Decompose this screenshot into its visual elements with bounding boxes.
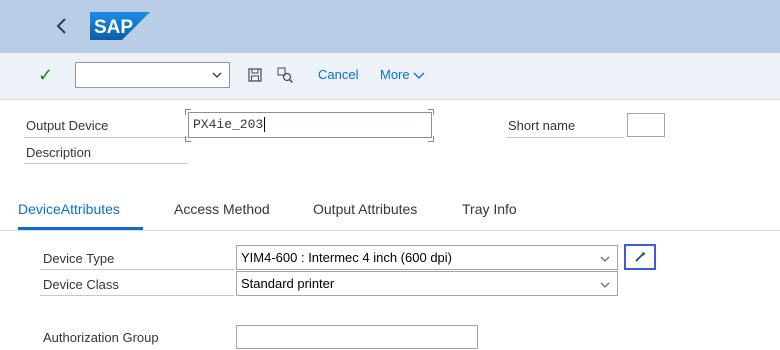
device-class-dropdown[interactable]: Standard printer (236, 271, 618, 296)
authorization-group-label: Authorization Group (43, 330, 159, 345)
back-button[interactable] (50, 10, 74, 42)
checkmark-icon[interactable]: ✓ (38, 65, 58, 85)
save-icon[interactable] (246, 66, 264, 84)
output-device-input[interactable]: PX4ie_203 (188, 112, 432, 138)
authorization-group-input[interactable] (236, 325, 478, 349)
device-type-dropdown[interactable]: YIM4-600 : Intermec 4 inch (600 dpi) (236, 245, 618, 270)
output-device-value: PX4ie_203 (193, 117, 264, 132)
tab-tray-info[interactable]: Tray Info (462, 201, 517, 217)
device-type-label: Device Type (43, 251, 115, 266)
chevron-down-icon (413, 72, 425, 79)
tab-device-attributes[interactable]: DeviceAttributes (18, 201, 120, 217)
device-type-wand-button[interactable] (624, 244, 656, 270)
svg-text:SAP: SAP (94, 17, 133, 38)
device-type-value: YIM4-600 : Intermec 4 inch (600 dpi) (241, 250, 452, 265)
focus-corner (185, 109, 191, 115)
magic-wand-icon (635, 252, 645, 262)
divider (40, 269, 234, 270)
focus-corner (428, 109, 434, 115)
command-field[interactable] (75, 62, 230, 88)
short-name-label: Short name (508, 118, 576, 133)
focus-corner (428, 136, 434, 142)
tab-output-attributes[interactable]: Output Attributes (313, 201, 417, 217)
output-device-label: Output Device (26, 118, 109, 133)
focus-corner (185, 136, 191, 142)
tab-access-method[interactable]: Access Method (174, 201, 270, 217)
find-icon[interactable] (276, 66, 294, 84)
device-class-value: Standard printer (241, 276, 335, 291)
shell-bar: SAP (0, 0, 780, 53)
divider (506, 137, 624, 138)
description-label: Description (26, 145, 92, 160)
chevron-down-icon (212, 72, 222, 78)
device-class-label: Device Class (43, 277, 119, 292)
tab-bar: DeviceAttributes Access Method Output At… (0, 190, 780, 231)
short-name-input[interactable] (627, 113, 665, 137)
toolbar: ✓ Cancel More (0, 53, 780, 100)
cancel-button[interactable]: Cancel (318, 67, 358, 82)
divider (24, 163, 188, 164)
chevron-left-icon (56, 18, 66, 34)
more-label: More (380, 67, 410, 82)
more-button[interactable]: More (380, 67, 425, 82)
sap-logo: SAP (90, 12, 150, 43)
divider (40, 295, 234, 296)
chevron-down-icon (600, 282, 610, 288)
active-tab-indicator (18, 227, 143, 230)
divider (24, 137, 188, 138)
chevron-down-icon (600, 256, 610, 262)
